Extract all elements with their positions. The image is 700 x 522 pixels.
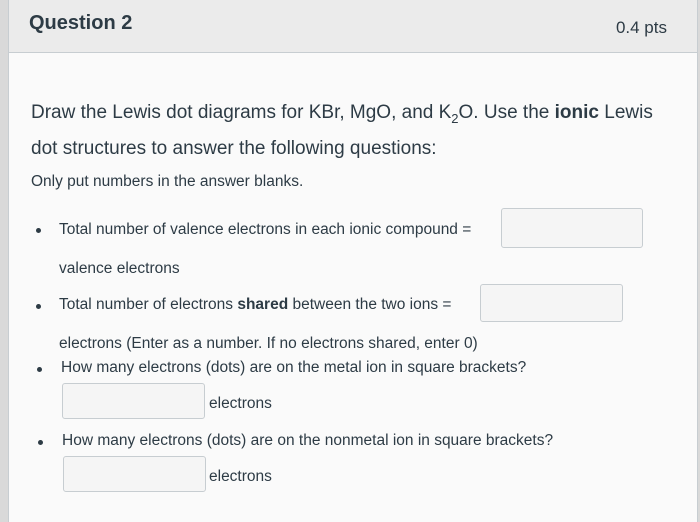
item-2-text-b: between the two ions = xyxy=(288,296,452,313)
item-1-prompt: Total number of valence electrons in eac… xyxy=(59,221,472,238)
answer-input-1[interactable] xyxy=(501,208,643,248)
prompt-bold-ionic: ionic xyxy=(554,102,599,123)
item-2-prompt: Total number of electrons shared between… xyxy=(59,296,451,314)
prompt-text-2: O. Use the xyxy=(458,102,555,123)
item-2-bold-shared: shared xyxy=(237,296,289,313)
item-1-suffix: valence electrons xyxy=(59,260,180,277)
bullet-1 xyxy=(36,228,41,233)
answer-input-2[interactable] xyxy=(480,284,623,322)
question-points: 0.4 pts xyxy=(615,18,667,37)
prompt-text-1: Draw the Lewis dot diagrams for KBr, MgO… xyxy=(31,102,452,123)
bullet-3 xyxy=(37,367,42,372)
question-card: Question 2 0.4 pts Draw the Lewis dot di… xyxy=(8,0,698,522)
question-header: Question 2 0.4 pts xyxy=(9,0,697,53)
bullet-2 xyxy=(36,304,41,309)
item-3-suffix: electrons xyxy=(209,395,272,412)
item-3-prompt: How many electrons (dots) are on the met… xyxy=(61,359,527,376)
item-2-suffix: electrons (Enter as a number. If no elec… xyxy=(59,335,478,352)
question-title: Question 2 xyxy=(29,12,133,34)
answer-input-4[interactable] xyxy=(63,456,206,492)
item-4-prompt: How many electrons (dots) are on the non… xyxy=(62,432,554,449)
item-2-text-a: Total number of electrons xyxy=(59,296,238,313)
question-prompt: Draw the Lewis dot diagrams for KBr, MgO… xyxy=(31,98,681,164)
answer-input-3[interactable] xyxy=(62,383,205,419)
prompt-subscript: 2 xyxy=(451,110,459,126)
bullet-4 xyxy=(38,440,43,445)
item-4-suffix: electrons xyxy=(209,468,272,485)
instruction-note: Only put numbers in the answer blanks. xyxy=(31,173,304,190)
